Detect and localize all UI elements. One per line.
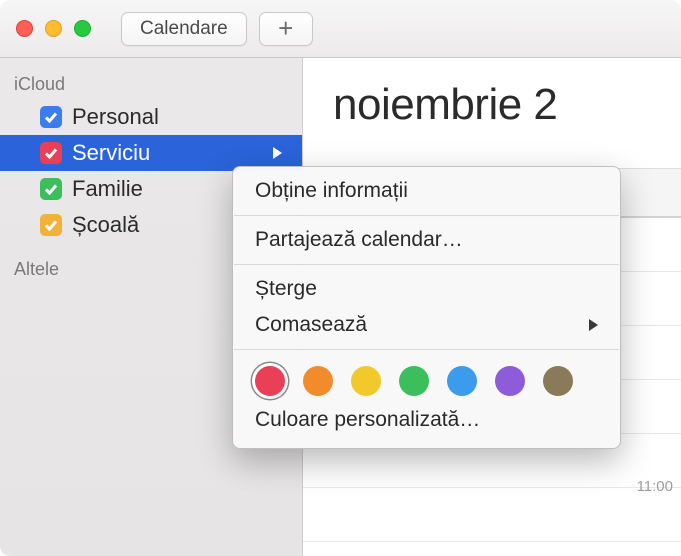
menu-item-label: Comasează: [255, 313, 367, 337]
calendar-context-menu: Obține informații Partajează calendar… Ș…: [232, 166, 621, 449]
color-swatch-red[interactable]: [255, 366, 285, 396]
titlebar: Calendare +: [0, 0, 681, 58]
menu-item-custom-color[interactable]: Culoare personalizată…: [233, 402, 620, 438]
menu-item-delete[interactable]: Șterge: [233, 271, 620, 307]
menu-separator: [234, 264, 619, 265]
checkbox-icon[interactable]: [40, 214, 62, 236]
chevron-right-icon: [589, 319, 598, 331]
color-swatch-green[interactable]: [399, 366, 429, 396]
calendar-item-label: Familie: [72, 176, 143, 202]
color-swatch-orange[interactable]: [303, 366, 333, 396]
window-controls: [16, 20, 91, 37]
menu-item-label: Culoare personalizată…: [255, 408, 480, 432]
minimize-icon[interactable]: [45, 20, 62, 37]
menu-separator: [234, 215, 619, 216]
menu-item-label: Șterge: [255, 277, 317, 301]
menu-item-label: Obține informații: [255, 179, 408, 203]
month-title: noiembrie 2: [303, 58, 681, 130]
color-swatch-blue[interactable]: [447, 366, 477, 396]
color-swatch-brown[interactable]: [543, 366, 573, 396]
close-icon[interactable]: [16, 20, 33, 37]
color-swatch-yellow[interactable]: [351, 366, 381, 396]
calendar-item-personal[interactable]: Personal: [0, 99, 302, 135]
sidebar-section-icloud: iCloud: [0, 68, 302, 99]
color-swatch-purple[interactable]: [495, 366, 525, 396]
calendar-item-label: Personal: [72, 104, 159, 130]
menu-item-get-info[interactable]: Obține informații: [233, 173, 620, 209]
menu-item-merge[interactable]: Comasează: [233, 307, 620, 343]
color-swatch-row: [233, 356, 620, 402]
checkbox-icon[interactable]: [40, 106, 62, 128]
calendar-item-label: Școală: [72, 212, 139, 238]
checkbox-icon[interactable]: [40, 142, 62, 164]
menu-item-share-calendar[interactable]: Partajează calendar…: [233, 222, 620, 258]
menu-item-label: Partajează calendar…: [255, 228, 463, 252]
hour-row: 11:00: [303, 488, 681, 542]
zoom-icon[interactable]: [74, 20, 91, 37]
app-window: Calendare + iCloud Personal Serviciu Fam…: [0, 0, 681, 556]
calendars-toggle-button[interactable]: Calendare: [121, 12, 247, 46]
menu-separator: [234, 349, 619, 350]
add-event-button[interactable]: +: [259, 12, 313, 46]
calendar-item-label: Serviciu: [72, 140, 150, 166]
time-label-11: 11:00: [637, 478, 673, 495]
checkbox-icon[interactable]: [40, 178, 62, 200]
